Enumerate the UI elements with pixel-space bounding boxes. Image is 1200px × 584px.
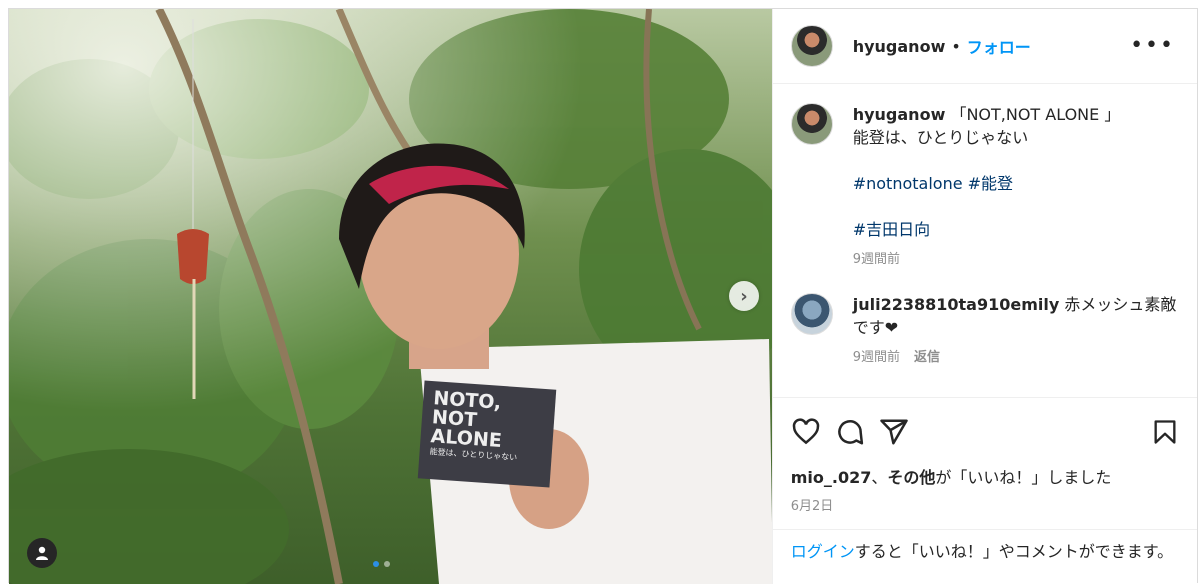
likes-sep: 、: [871, 468, 888, 487]
avatar[interactable]: [790, 103, 833, 145]
reply-button[interactable]: 返信: [914, 350, 940, 365]
header-separator: •: [951, 36, 961, 56]
post-photo[interactable]: NOTO, NOT ALONE 能登は、ひとりじゃない ›: [9, 9, 772, 584]
follow-button[interactable]: フォロー: [967, 34, 1031, 58]
comments-section: hyuganow 「NOT,NOT ALONE 」 能登は、ひとりじゃない #n…: [773, 85, 1197, 385]
action-bar: mio_.027、その他が「いいね！」しました 6月2日: [772, 397, 1197, 514]
avatar[interactable]: [790, 293, 833, 335]
more-options-icon[interactable]: •••: [1130, 35, 1175, 57]
header-username[interactable]: hyuganow: [853, 37, 946, 56]
post-date: 6月2日: [790, 499, 834, 514]
hashtag-link[interactable]: #吉田日向: [853, 218, 1121, 241]
heart-icon[interactable]: [791, 417, 821, 447]
caption-text-line2: 能登は、ひとりじゃない: [852, 128, 1029, 147]
share-icon[interactable]: [879, 417, 909, 447]
caption-body: hyuganow 「NOT,NOT ALONE 」 能登は、ひとりじゃない #n…: [853, 103, 1121, 271]
post-header: hyuganow • フォロー •••: [772, 9, 1197, 84]
action-icons: [791, 412, 1179, 452]
avatar[interactable]: [790, 25, 833, 67]
likes-others[interactable]: その他: [887, 468, 935, 487]
login-prompt-text: すると「いいね！」やコメントができます。: [854, 542, 1174, 561]
noto-card: NOTO, NOT ALONE 能登は、ひとりじゃない: [417, 380, 557, 488]
page: NOTO, NOT ALONE 能登は、ひとりじゃない › hyuganow •…: [0, 0, 1200, 584]
carousel-dot: [384, 561, 390, 567]
carousel-dot-active: [373, 561, 379, 567]
carousel-dots: [373, 561, 390, 567]
person-icon: [36, 546, 48, 560]
comment-meta: 9週間前 返信: [853, 346, 1179, 369]
caption-text-line1: 「NOT,NOT ALONE 」: [950, 105, 1121, 124]
comment-timestamp: 9週間前: [852, 350, 900, 365]
next-image-button[interactable]: ›: [729, 281, 759, 311]
bookmark-icon[interactable]: [1151, 417, 1179, 447]
comment-body: juli2238810ta910emily 赤メッシュ素敵です❤ 9週間前 返信: [853, 293, 1179, 369]
comment-row: juli2238810ta910emily 赤メッシュ素敵です❤ 9週間前 返信: [790, 293, 1179, 369]
comment-text-wrap: juli2238810ta910emily 赤メッシュ素敵です❤: [853, 293, 1179, 339]
comment-username[interactable]: juli2238810ta910emily: [853, 295, 1060, 314]
liker-username[interactable]: mio_.027: [791, 468, 872, 487]
caption-timestamp: 9週間前: [852, 252, 900, 267]
likes-suffix: が「いいね！」しました: [935, 468, 1112, 487]
instagram-post: NOTO, NOT ALONE 能登は、ひとりじゃない › hyuganow •…: [8, 8, 1198, 584]
caption-row: hyuganow 「NOT,NOT ALONE 」 能登は、ひとりじゃない #n…: [790, 103, 1179, 271]
caption-first-line: hyuganow 「NOT,NOT ALONE 」: [853, 103, 1121, 126]
comment-icon[interactable]: [835, 417, 865, 447]
chevron-right-icon: ›: [740, 285, 748, 307]
photo-scene: [9, 9, 772, 584]
likes-summary: mio_.027、その他が「いいね！」しました: [791, 464, 1179, 488]
login-prompt: ログインすると「いいね！」やコメントができます。: [772, 529, 1197, 573]
caption-username[interactable]: hyuganow: [853, 105, 946, 124]
post-sidebar: hyuganow • フォロー ••• hyuganow 「NOT,NOT AL…: [771, 9, 1197, 584]
login-link[interactable]: ログイン: [791, 542, 855, 561]
hashtags-line[interactable]: #notnotalone #能登: [853, 172, 1121, 195]
tagged-users-button[interactable]: [27, 538, 57, 568]
